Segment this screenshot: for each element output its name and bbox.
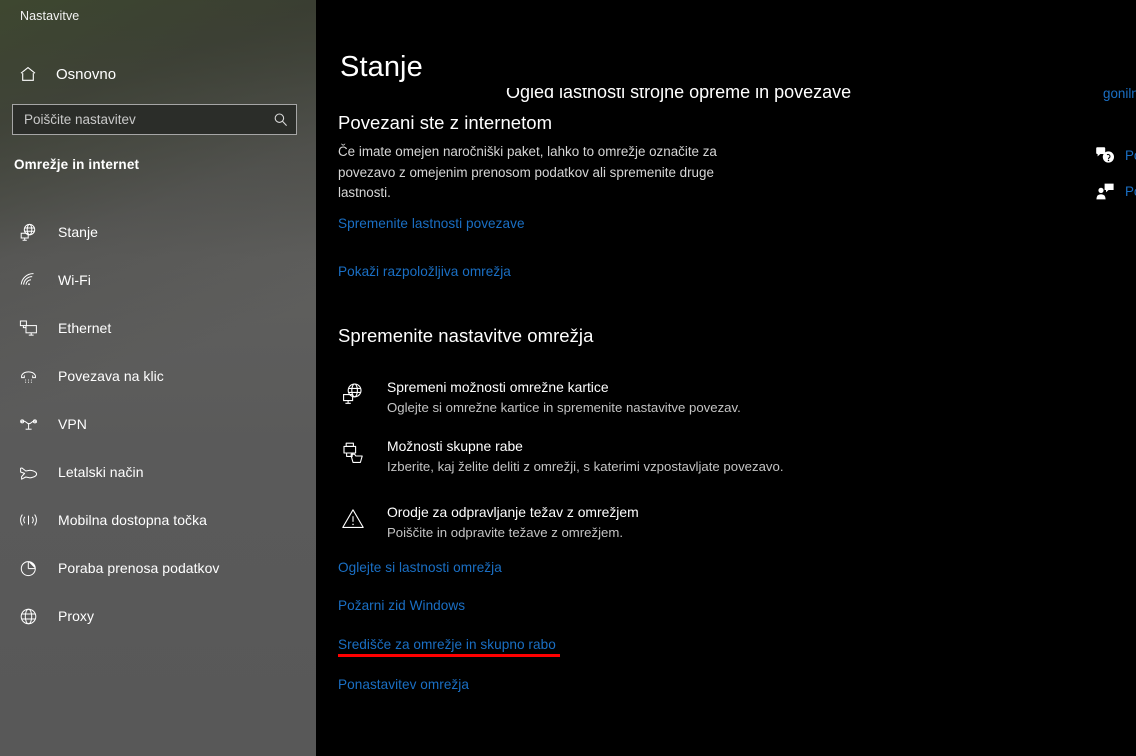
sidebar-item-label: Letalski način (58, 464, 144, 480)
home-icon (17, 63, 39, 85)
sidebar-item-label: Stanje (58, 224, 98, 240)
ethernet-icon (17, 317, 39, 339)
warning-triangle-icon (338, 503, 368, 542)
sidebar-item-stanje[interactable]: Stanje (0, 208, 316, 256)
sidebar-item-label: VPN (58, 416, 87, 432)
link-show-available-networks[interactable]: Pokaži razpoložljiva omrežja (338, 264, 511, 279)
right-rail: gonilnik Pomoč (1086, 0, 1136, 756)
status-heading: Povezani ste z internetom (338, 112, 553, 133)
rail-item-help[interactable]: Pomoč (1094, 144, 1136, 166)
search-icon (266, 112, 296, 128)
sidebar-item-ethernet[interactable]: Ethernet (0, 304, 316, 352)
option-title: Spremeni možnosti omrežne kartice (387, 379, 609, 395)
rail-item-feedback[interactable]: Pošljite povratne informacije (1094, 180, 1136, 202)
link-view-network-properties[interactable]: Oglejte si lastnosti omrežja (338, 560, 502, 575)
clipped-text-fragment: Ogled lastnosti strojne opreme in poveza… (506, 88, 852, 102)
sidebar-nav: Stanje Wi-Fi Ethernet Povezava na klic V… (0, 208, 316, 640)
sidebar-item-label: Poraba prenosa podatkov (58, 560, 220, 576)
link-network-reset[interactable]: Ponastavitev omrežja (338, 677, 469, 692)
sidebar-item-data-usage[interactable]: Poraba prenosa podatkov (0, 544, 316, 592)
sidebar-item-vpn[interactable]: VPN (0, 400, 316, 448)
sidebar-item-airplane[interactable]: Letalski način (0, 448, 316, 496)
search-input[interactable] (13, 105, 266, 134)
window-title: Nastavitve (20, 9, 80, 23)
sidebar-item-label: Proxy (58, 608, 95, 624)
search-box[interactable] (12, 104, 297, 135)
option-description: Izberite, kaj želite deliti z omrežji, s… (387, 459, 784, 474)
option-title: Možnosti skupne rabe (387, 438, 523, 454)
option-description: Oglejte si omrežne kartice in spremenite… (387, 400, 741, 415)
option-network-troubleshooter[interactable]: Orodje za odpravljanje težav z omrežjem … (338, 503, 938, 542)
sidebar-item-label: Povezava na klic (58, 368, 164, 384)
link-network-sharing-center[interactable]: Središče za omrežje in skupno rabo (338, 637, 556, 652)
sidebar-item-label: Wi-Fi (58, 272, 91, 288)
globe-monitor-icon (17, 221, 39, 243)
sidebar-home-label: Osnovno (56, 65, 117, 83)
feedback-person-icon (1094, 180, 1116, 202)
hotspot-icon (17, 509, 39, 531)
status-description: Če imate omejen naročniški paket, lahko … (338, 144, 717, 200)
data-usage-pie-icon (17, 557, 39, 579)
airplane-icon (17, 461, 39, 483)
sidebar-item-label: Mobilna dostopna točka (58, 512, 207, 528)
vpn-icon (17, 413, 39, 435)
option-title: Orodje za odpravljanje težav z omrežjem (387, 504, 639, 520)
rail-clipped-link[interactable]: gonilnik (1103, 86, 1136, 101)
globe-icon (17, 605, 39, 627)
wifi-icon (17, 269, 39, 291)
rail-item-label: Pomoč (1125, 147, 1136, 163)
link-change-connection-properties[interactable]: Spremenite lastnosti povezave (338, 216, 525, 231)
globe-monitor-icon (338, 378, 368, 417)
main-content: Stanje Ogled lastnosti strojne opreme in… (316, 0, 1136, 756)
help-bubble-icon (1094, 144, 1116, 166)
sidebar: Nastavitve Osnovno Omrežje in internet (0, 0, 316, 756)
link-windows-firewall[interactable]: Požarni zid Windows (338, 598, 465, 613)
settings-window: Nastavitve Osnovno Omrežje in internet (0, 0, 1136, 756)
sidebar-item-wifi[interactable]: Wi-Fi (0, 256, 316, 304)
page-title: Stanje (340, 51, 423, 83)
sidebar-section-label: Omrežje in internet (14, 157, 140, 172)
sidebar-item-home[interactable]: Osnovno (10, 58, 300, 90)
sidebar-item-label: Ethernet (58, 320, 112, 336)
option-description: Poiščite in odpravite težave z omrežjem. (387, 525, 624, 540)
section-heading: Spremenite nastavitve omrežja (338, 325, 594, 346)
option-sharing-options[interactable]: Možnosti skupne rabe Izberite, kaj želit… (338, 437, 938, 476)
rail-item-label: Pošljite povratne informacije (1125, 183, 1136, 199)
option-adapter-settings[interactable]: Spremeni možnosti omrežne kartice Oglejt… (338, 378, 938, 417)
sidebar-item-dialup[interactable]: Povezava na klic (0, 352, 316, 400)
printer-folder-sharing-icon (338, 437, 368, 476)
red-annotation-underline (338, 654, 560, 657)
sidebar-item-proxy[interactable]: Proxy (0, 592, 316, 640)
sidebar-item-hotspot[interactable]: Mobilna dostopna točka (0, 496, 316, 544)
dialup-phone-icon (17, 365, 39, 387)
